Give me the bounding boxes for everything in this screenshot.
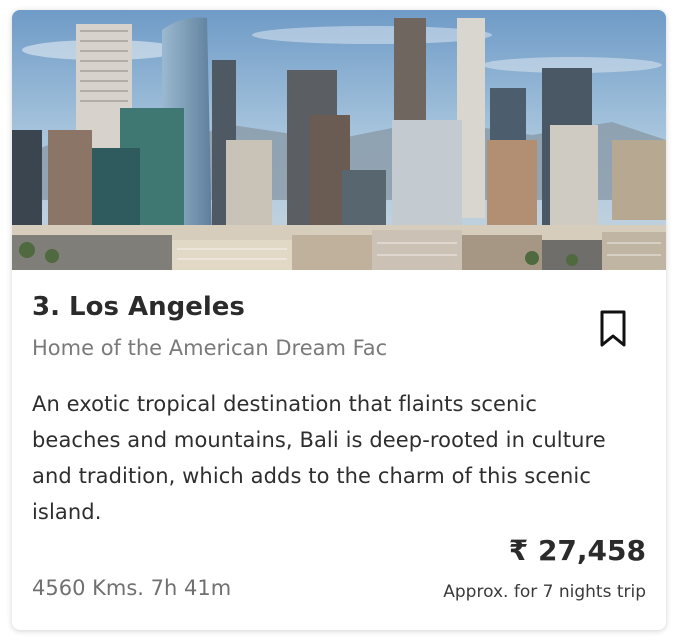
destination-card[interactable]: 3. Los Angeles Home of the American Drea… [12,10,666,630]
price-note: Approx. for 7 nights trip [443,582,646,602]
destination-title: 3. Los Angeles [32,292,245,322]
card-content: 3. Los Angeles Home of the American Drea… [12,270,666,630]
city-skyline-image [12,10,666,270]
destination-description: An exotic tropical destination that flai… [32,392,606,524]
price: ₹ 27,458 [508,534,646,567]
bookmark-outline-icon[interactable] [598,310,628,348]
distance-duration: 4560 Kms. 7h 41m [32,576,232,600]
destination-subtitle: Home of the American Dream Fac [32,336,388,360]
